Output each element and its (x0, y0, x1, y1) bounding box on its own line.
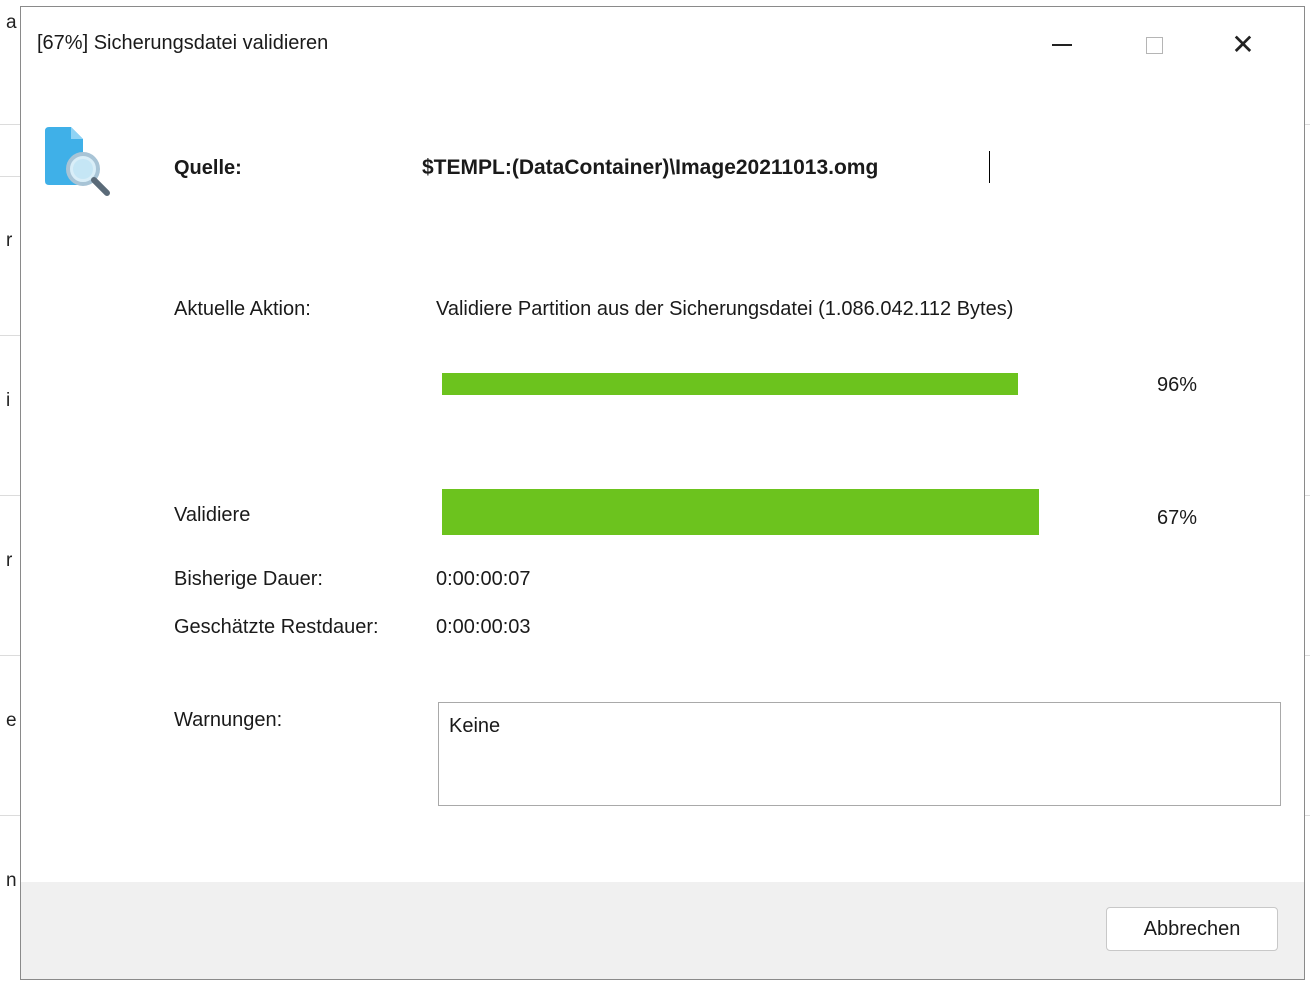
window-title: [67%] Sicherungsdatei validieren (37, 32, 329, 54)
dialog-footer: Abbrechen (21, 882, 1304, 979)
cancel-button[interactable]: Abbrechen (1106, 907, 1278, 951)
bg-divider (0, 176, 22, 177)
close-button[interactable]: ✕ (1220, 25, 1266, 65)
title-bar[interactable]: [67%] Sicherungsdatei validieren ✕ (21, 7, 1304, 81)
remaining-label: Geschätzte Restdauer: (174, 616, 379, 638)
warnings-label: Warnungen: (174, 709, 283, 731)
overall-progress-label: Validiere (174, 504, 251, 526)
maximize-button (1131, 25, 1177, 65)
warnings-value: Keine (449, 715, 501, 737)
bg-text-fragment: r (6, 230, 13, 251)
bg-divider (0, 815, 22, 816)
validate-backup-dialog: [67%] Sicherungsdatei validieren ✕ Quell… (20, 6, 1305, 980)
bg-text-fragment: i (6, 390, 11, 411)
action-progress-percent: 96% (1157, 374, 1198, 396)
bg-divider (0, 495, 22, 496)
background-window: a r i r e n (0, 0, 22, 983)
bg-divider (0, 335, 22, 336)
source-path: $TEMPL:(DataContainer)\Image20211013.omg (422, 156, 879, 179)
source-label: Quelle: (174, 157, 242, 179)
elapsed-label: Bisherige Dauer: (174, 568, 323, 590)
bg-text-fragment: a (6, 12, 17, 33)
bg-divider (0, 124, 22, 125)
document-search-icon (45, 127, 110, 196)
bg-text-fragment: e (6, 710, 17, 731)
close-icon: ✕ (1231, 28, 1255, 61)
minimize-icon (1052, 44, 1072, 46)
action-progress-fill (442, 373, 1018, 395)
warnings-textbox[interactable]: Keine (438, 702, 1281, 806)
remaining-value: 0:00:00:03 (436, 616, 531, 638)
action-progress-bar (442, 373, 1042, 395)
maximize-icon (1145, 36, 1163, 54)
overall-progress-bar (442, 489, 1039, 535)
current-action-label: Aktuelle Aktion: (174, 298, 311, 320)
bg-divider (0, 655, 22, 656)
text-caret (989, 151, 990, 183)
overall-progress-percent: 67% (1157, 507, 1198, 529)
elapsed-value: 0:00:00:07 (436, 568, 531, 590)
bg-text-fragment: n (6, 870, 17, 891)
minimize-button[interactable] (1039, 25, 1085, 65)
current-action-value: Validiere Partition aus der Sicherungsda… (436, 298, 1014, 320)
bg-text-fragment: r (6, 550, 13, 571)
overall-progress-fill (442, 489, 1039, 535)
